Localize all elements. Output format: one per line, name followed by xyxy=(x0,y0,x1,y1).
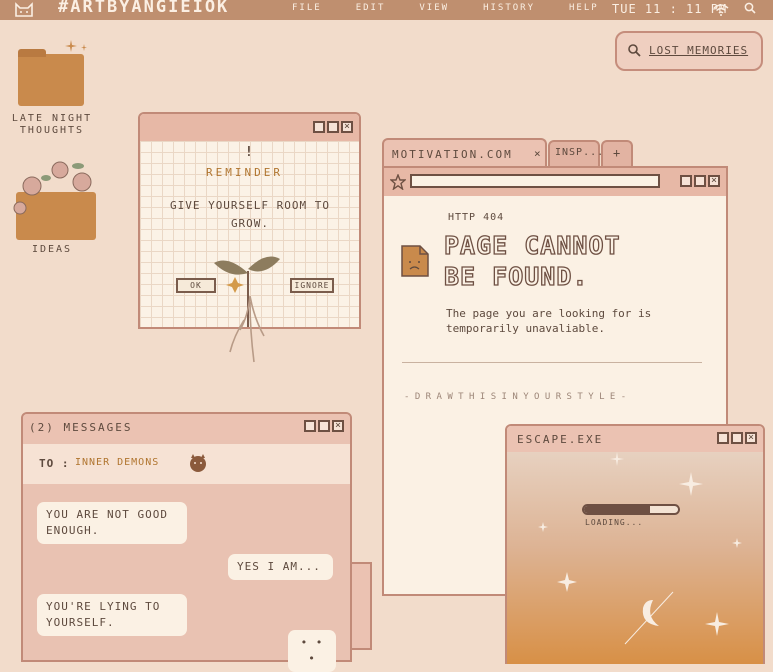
minimize-icon[interactable] xyxy=(680,175,692,187)
typing-indicator: • • • xyxy=(288,630,336,672)
messages-window: (2) MESSAGES × TO : INNER DEMONS YOU ARE… xyxy=(21,412,352,672)
maximize-icon[interactable] xyxy=(318,420,330,432)
devil-icon xyxy=(190,454,206,472)
search-icon[interactable] xyxy=(744,2,756,14)
ignore-button[interactable]: IGNORE xyxy=(290,278,334,293)
add-icon: + xyxy=(613,146,621,160)
search-icon xyxy=(628,44,641,57)
recipient-name: INNER DEMONS xyxy=(75,457,160,468)
divider xyxy=(402,362,702,363)
clock: TUE 11 : 11 PM xyxy=(612,2,728,16)
roots-icon xyxy=(229,296,265,363)
window-titlebar[interactable]: × xyxy=(140,114,359,141)
star-icon[interactable] xyxy=(390,174,406,190)
close-icon[interactable]: × xyxy=(708,175,720,187)
escape-window: ESCAPE.EXE × LOADING... xyxy=(505,424,765,664)
menu-history[interactable]: HISTORY xyxy=(483,3,535,13)
tab-close-icon[interactable]: × xyxy=(534,147,541,160)
message-bubble: YES I AM... xyxy=(228,554,333,580)
site-title: #ARTBYANGIEIOK xyxy=(58,0,230,17)
search-text: LOST MEMORIES xyxy=(649,44,749,57)
alert-mark: ! xyxy=(245,145,253,160)
footer-caption: - D R A W T H I S I N Y O U R S T Y L E … xyxy=(404,392,627,402)
maximize-icon[interactable] xyxy=(694,175,706,187)
document-icon xyxy=(401,245,429,277)
error-heading: PAGE CANNOT BE FOUND. xyxy=(443,230,621,292)
night-sky: LOADING... xyxy=(507,452,763,664)
wifi-icon[interactable] xyxy=(713,3,729,16)
recipient-bar: TO : INNER DEMONS xyxy=(23,444,350,484)
window-title: (2) MESSAGES xyxy=(29,421,133,434)
tab-label: MOTIVATION.COM xyxy=(392,148,513,161)
maximize-icon[interactable] xyxy=(731,432,743,444)
menu-edit[interactable]: EDIT xyxy=(356,3,386,13)
reminder-message: GIVE YOURSELF ROOM TO GROW. xyxy=(169,199,331,230)
browser-tab-active[interactable]: MOTIVATION.COM × xyxy=(382,138,547,168)
error-heading-line1: PAGE CANNOT xyxy=(443,230,621,260)
window-title: ESCAPE.EXE xyxy=(517,433,604,446)
maximize-icon[interactable] xyxy=(327,121,339,133)
ok-button[interactable]: OK xyxy=(176,278,216,293)
menu-items: FILE EDIT VIEW HISTORY HELP xyxy=(292,3,633,13)
folder-label: IDEAS xyxy=(31,244,73,255)
background-window-edge xyxy=(352,562,372,650)
menu-file[interactable]: FILE xyxy=(292,3,322,13)
menu-view[interactable]: VIEW xyxy=(419,3,449,13)
message-bubble: YOU ARE NOT GOOD ENOUGH. xyxy=(37,502,187,544)
minimize-icon[interactable] xyxy=(717,432,729,444)
menu-help[interactable]: HELP xyxy=(569,3,599,13)
error-heading-line2: BE FOUND. xyxy=(443,261,589,291)
cat-icon[interactable] xyxy=(12,0,36,18)
window-titlebar[interactable]: (2) MESSAGES × xyxy=(23,414,350,440)
window-titlebar[interactable]: ESCAPE.EXE × xyxy=(507,426,763,452)
folder-label: LATE NIGHT THOUGHTS xyxy=(11,113,93,136)
minimize-icon[interactable] xyxy=(313,121,325,133)
new-tab-button[interactable]: + xyxy=(601,140,633,166)
address-bar[interactable] xyxy=(410,174,660,188)
error-message: The page you are looking for is temporar… xyxy=(446,307,652,335)
tab-label: INSP... xyxy=(555,147,605,158)
folder-icon xyxy=(18,49,84,106)
reminder-title: REMINDER xyxy=(206,166,283,179)
search-field[interactable]: LOST MEMORIES xyxy=(615,31,763,71)
folder-late-night-thoughts[interactable]: LATE NIGHT THOUGHTS xyxy=(10,38,96,138)
browser-tab-insp[interactable]: INSP... xyxy=(548,140,603,166)
menu-bar: #ARTBYANGIEIOK FILE EDIT VIEW HISTORY HE… xyxy=(0,0,773,20)
close-icon[interactable]: × xyxy=(332,420,344,432)
error-code: HTTP 404 xyxy=(448,212,505,223)
to-label: TO : xyxy=(39,457,70,470)
flowers-icon xyxy=(13,161,92,215)
close-icon[interactable]: × xyxy=(341,121,353,133)
close-icon[interactable]: × xyxy=(745,432,757,444)
browser-toolbar: × xyxy=(384,168,726,196)
stars-icon xyxy=(538,452,742,645)
folder-ideas[interactable]: IDEAS xyxy=(8,158,98,258)
message-bubble: YOU'RE LYING TO YOURSELF. xyxy=(37,594,187,636)
minimize-icon[interactable] xyxy=(304,420,316,432)
